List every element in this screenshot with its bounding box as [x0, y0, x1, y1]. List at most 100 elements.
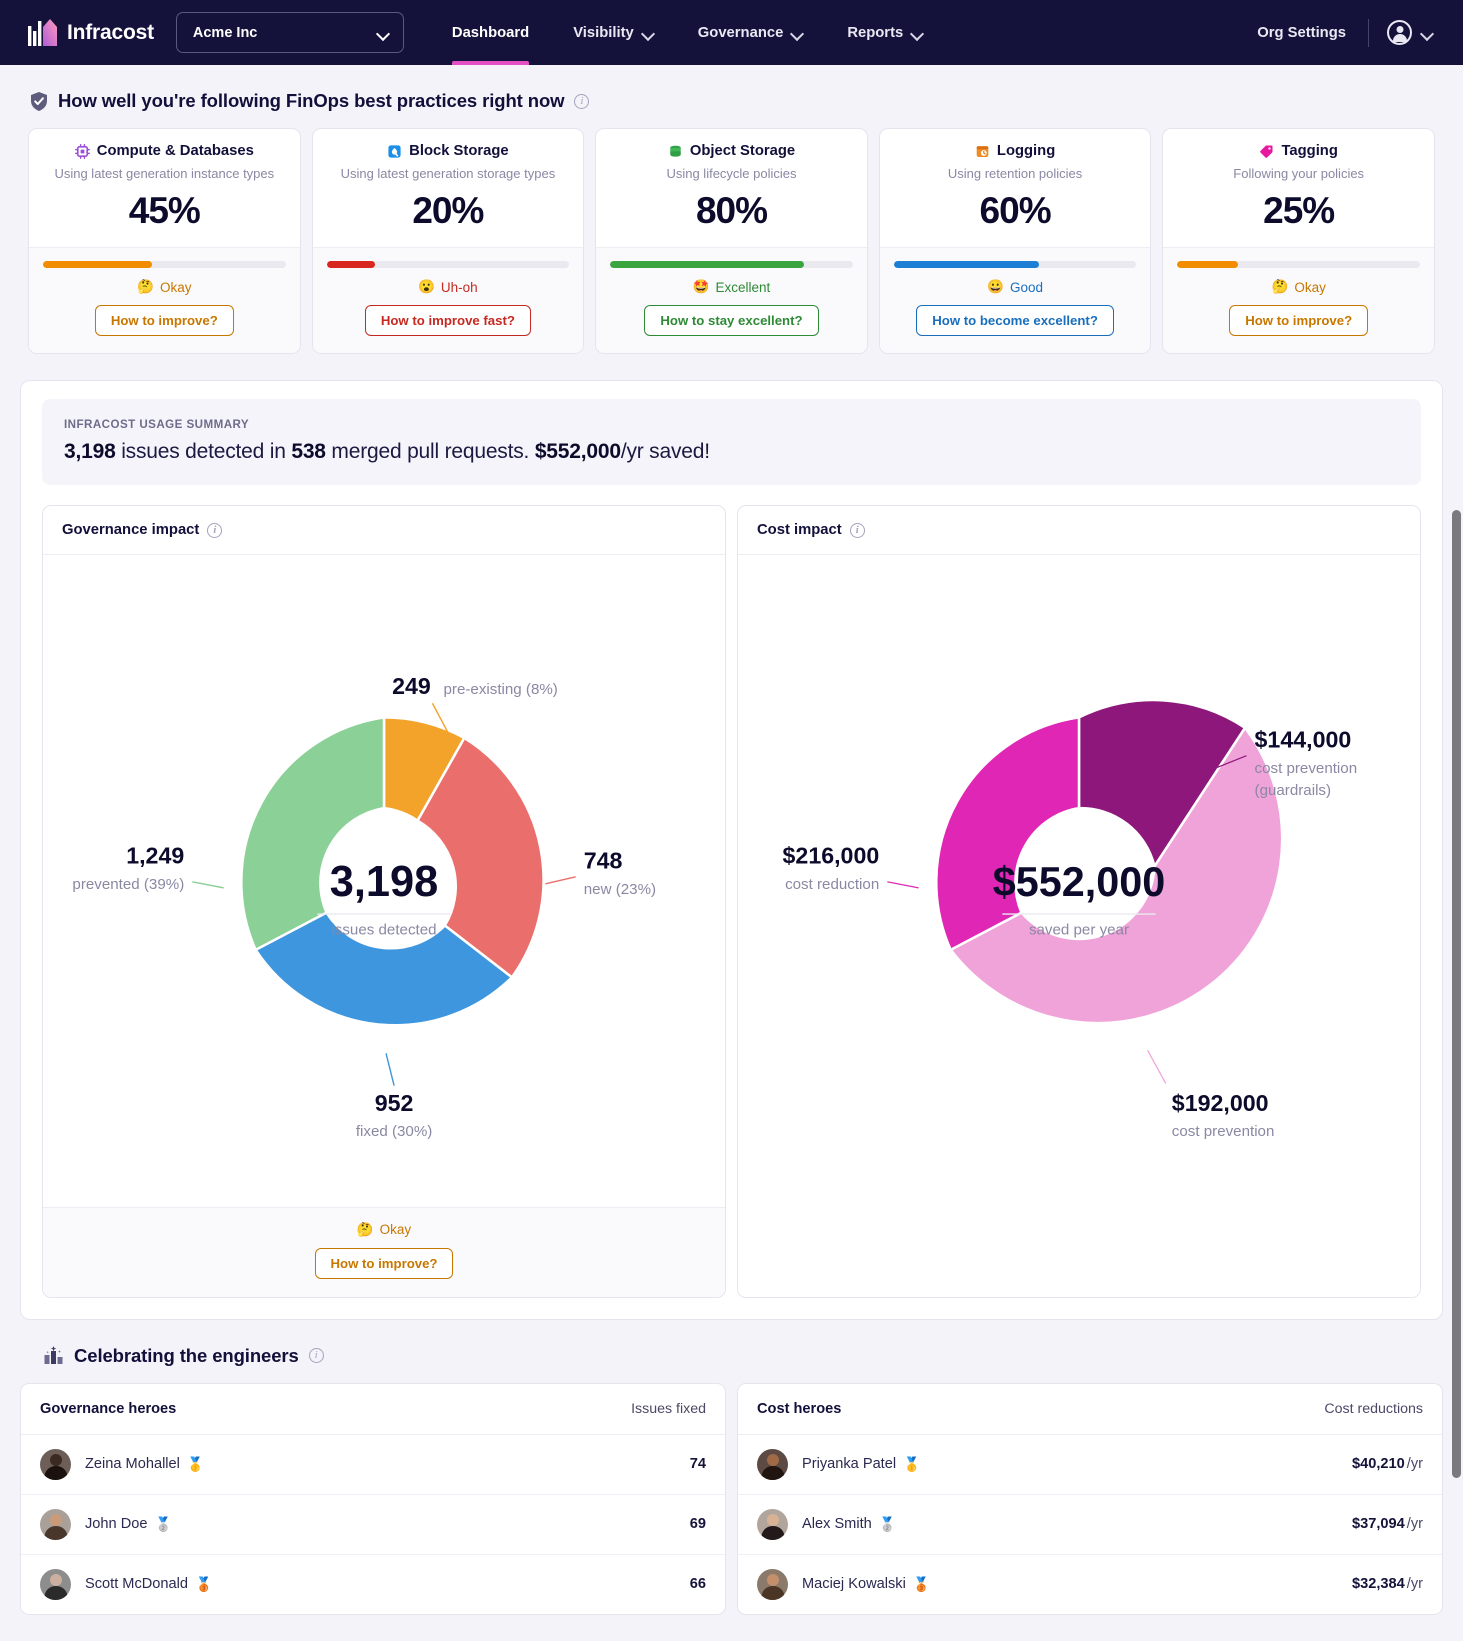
- card-action-button[interactable]: How to improve fast?: [365, 305, 531, 336]
- charts-row: Governance impact i: [42, 505, 1421, 1298]
- status-label: Excellent: [716, 280, 771, 295]
- table-row[interactable]: Alex Smith 🥈 $37,094/yr: [738, 1495, 1442, 1555]
- chevron-down-icon: [1422, 29, 1433, 36]
- card-top: Block Storage Using latest generation st…: [313, 129, 584, 247]
- row-unit: /yr: [1407, 1456, 1423, 1472]
- progress-fill: [43, 261, 152, 268]
- chevron-down-icon: [792, 29, 803, 36]
- info-icon[interactable]: i: [574, 94, 589, 109]
- table-row[interactable]: Zeina Mohallel 🥇 74: [21, 1435, 725, 1495]
- block-storage-icon: [387, 144, 402, 159]
- avatar: [757, 1509, 788, 1540]
- card-action-button[interactable]: How to become excellent?: [916, 305, 1114, 336]
- callout-value-fixed: 952: [375, 1090, 414, 1116]
- table-row[interactable]: Priyanka Patel 🥇 $40,210/yr: [738, 1435, 1442, 1495]
- card-action-button[interactable]: How to stay excellent?: [644, 305, 818, 336]
- progress-track: [1177, 261, 1420, 268]
- table-row[interactable]: John Doe 🥈 69: [21, 1495, 725, 1555]
- governance-action-button[interactable]: How to improve?: [315, 1248, 454, 1279]
- info-icon[interactable]: i: [309, 1348, 324, 1363]
- slice-cost-reduction[interactable]: [936, 717, 1079, 949]
- status-label: Good: [1010, 280, 1043, 295]
- card-status: 🤔 Okay: [1177, 279, 1420, 295]
- callout-label-cost-reduction: cost reduction: [785, 876, 879, 893]
- card-title: Compute & Databases: [97, 143, 254, 159]
- row-amount: $37,094: [1352, 1516, 1405, 1532]
- practice-card-block-storage: Block Storage Using latest generation st…: [312, 128, 585, 354]
- bronze-medal-icon: 🥉: [913, 1576, 930, 1593]
- page-scrollbar[interactable]: [1452, 510, 1461, 1478]
- chevron-down-icon: [912, 29, 923, 36]
- nav-label-governance: Governance: [698, 25, 784, 41]
- nav-label-visibility: Visibility: [573, 25, 634, 41]
- governance-impact-footer: 🤔 Okay How to improve?: [43, 1207, 725, 1297]
- org-settings-link[interactable]: Org Settings: [1241, 25, 1362, 41]
- nav-item-visibility[interactable]: Visibility: [551, 0, 676, 65]
- card-percent: 60%: [894, 190, 1137, 232]
- person-name: Priyanka Patel: [802, 1456, 896, 1472]
- avatar: [40, 1509, 71, 1540]
- info-icon[interactable]: i: [850, 523, 865, 538]
- governance-impact-body: 3,198 issues detected 249 pre-existing (…: [43, 555, 725, 1207]
- status-label: Okay: [380, 1222, 412, 1237]
- governance-impact-title: Governance impact: [62, 522, 199, 538]
- card-action-button[interactable]: How to improve?: [1229, 305, 1368, 336]
- leaderboards-row: Governance heroes Issues fixed Zeina Moh…: [0, 1383, 1463, 1615]
- callout-line-cost-prevention: [1148, 1050, 1166, 1083]
- nav-item-dashboard[interactable]: Dashboard: [430, 0, 551, 65]
- card-action-button[interactable]: How to improve?: [95, 305, 234, 336]
- callout-label-cost-prevention: cost prevention: [1172, 1123, 1275, 1140]
- progress-track: [894, 261, 1137, 268]
- chevron-down-icon: [378, 29, 389, 36]
- card-top: Tagging Following your policies 25%: [1163, 129, 1434, 247]
- gold-medal-icon: 🥇: [187, 1456, 204, 1473]
- person-name: Maciej Kowalski: [802, 1576, 906, 1592]
- card-status: 🤩 Excellent: [610, 279, 853, 295]
- usage-summary-banner: INFRACOST USAGE SUMMARY 3,198 issues det…: [42, 399, 1421, 485]
- card-title: Object Storage: [690, 143, 795, 159]
- practice-card-tagging: Tagging Following your policies 25% 🤔 Ok…: [1162, 128, 1435, 354]
- progress-fill: [327, 261, 376, 268]
- practice-card-object-storage: Object Storage Using lifecycle policies …: [595, 128, 868, 354]
- brand-logo[interactable]: Infracost: [28, 19, 154, 46]
- callout-label-prevented: prevented (39%): [72, 876, 184, 893]
- account-menu-button[interactable]: [1375, 20, 1441, 45]
- callout-line-new: [545, 877, 575, 884]
- person-name: Zeina Mohallel: [85, 1456, 180, 1472]
- table-row[interactable]: Scott McDonald 🥉 66: [21, 1555, 725, 1614]
- chevron-down-icon: [643, 29, 654, 36]
- card-status: 😮 Uh-oh: [327, 279, 570, 295]
- table-row[interactable]: Maciej Kowalski 🥉 $32,384/yr: [738, 1555, 1442, 1614]
- row-value: $40,210/yr: [1352, 1456, 1423, 1472]
- card-top: Logging Using retention policies 60%: [880, 129, 1151, 247]
- status-emoji: 🤔: [357, 1222, 374, 1238]
- nav-item-reports[interactable]: Reports: [825, 0, 945, 65]
- org-selector-dropdown[interactable]: Acme Inc: [176, 12, 404, 53]
- slice-prevented[interactable]: [241, 717, 384, 949]
- person-name-row: Alex Smith 🥈: [802, 1516, 896, 1533]
- card-title-row: Logging: [894, 143, 1137, 159]
- saved-amount: $552,000: [535, 440, 621, 463]
- org-selector-value: Acme Inc: [193, 25, 257, 41]
- card-bottom: 🤔 Okay How to improve?: [29, 247, 300, 353]
- cost-heroes-col-value: Cost reductions: [1324, 1401, 1423, 1417]
- card-bottom: 🤩 Excellent How to stay excellent?: [596, 247, 867, 353]
- nav-item-governance[interactable]: Governance: [676, 0, 826, 65]
- governance-heroes-card: Governance heroes Issues fixed Zeina Moh…: [20, 1383, 726, 1615]
- card-title: Logging: [997, 143, 1055, 159]
- donut-center-value: $552,000: [993, 859, 1166, 905]
- callout-value-pre-existing: 249: [392, 673, 431, 699]
- governance-impact-donut: 3,198 issues detected 249 pre-existing (…: [43, 561, 725, 1207]
- avatar: [40, 1449, 71, 1480]
- avatar: [757, 1569, 788, 1600]
- avatar: [757, 1449, 788, 1480]
- governance-heroes-col-name: Governance heroes: [40, 1401, 176, 1417]
- callout-value-prevented: 1,249: [126, 843, 184, 869]
- callout-line-cost-reduction: [887, 882, 918, 888]
- info-icon[interactable]: i: [207, 523, 222, 538]
- card-title: Tagging: [1281, 143, 1337, 159]
- donut-center-value: 3,198: [330, 858, 439, 906]
- progress-track: [43, 261, 286, 268]
- practice-card-compute-databases: Compute & Databases Using latest generat…: [28, 128, 301, 354]
- cost-impact-title: Cost impact: [757, 522, 842, 538]
